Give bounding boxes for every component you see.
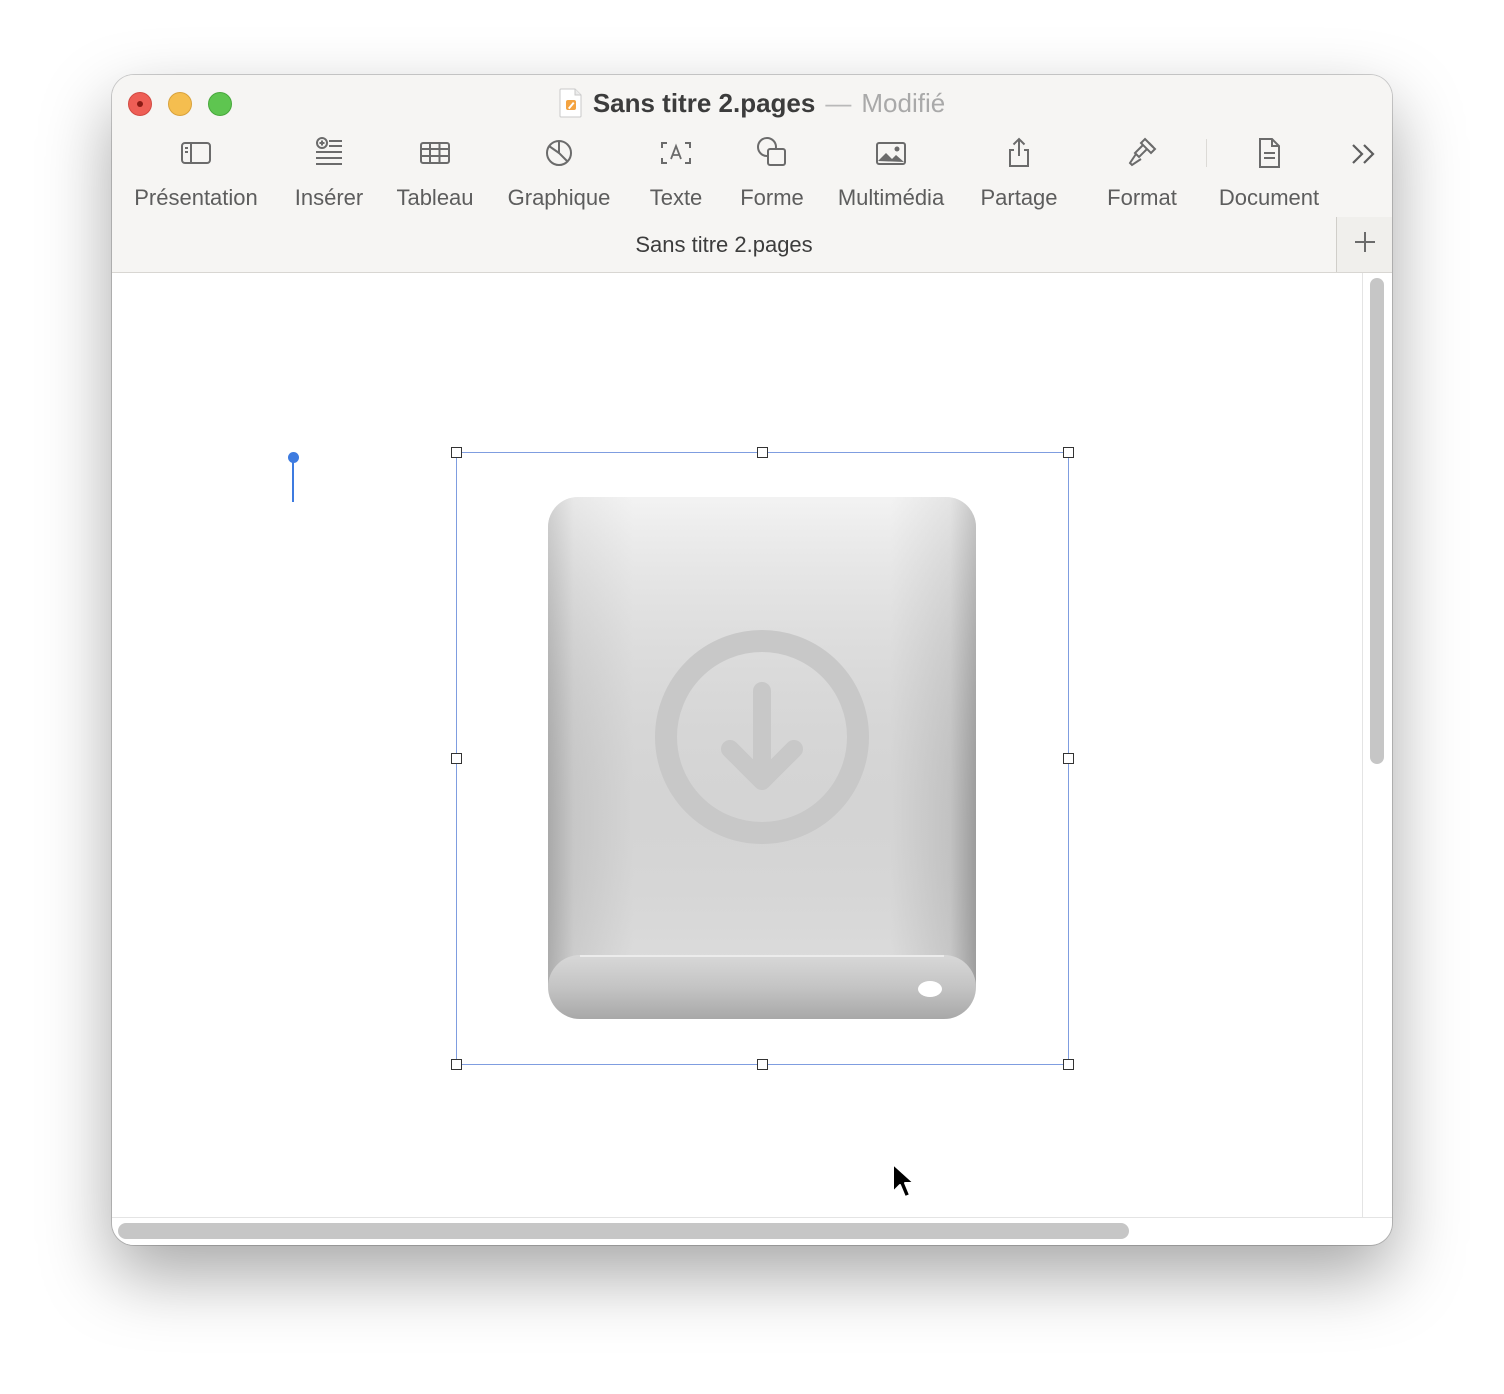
toolbar-label: Forme [740, 185, 804, 210]
document-status: Modifié [861, 87, 946, 118]
pages-file-icon [559, 88, 583, 118]
toolbar-label: Insérer [294, 185, 364, 210]
vertical-scroll-thumb[interactable] [1370, 278, 1384, 764]
toolbar-insert-button[interactable]: Insérer [288, 135, 370, 215]
toolbar-format-button[interactable]: Format [1102, 135, 1182, 215]
resize-handle-top-left[interactable] [451, 447, 462, 458]
toolbar-share-button[interactable]: Partage [974, 135, 1064, 215]
share-icon [1001, 135, 1037, 171]
toolbar-label: Format [1107, 185, 1177, 210]
toolbar-label: Tableau [396, 185, 474, 210]
new-tab-button[interactable] [1336, 217, 1392, 272]
toolbar-document-button[interactable]: Document [1216, 135, 1322, 215]
title-separator: — [825, 87, 852, 118]
chevron-double-right-icon [1348, 144, 1380, 175]
toolbar-divider [1206, 139, 1207, 167]
document-title: Sans titre 2.pages [592, 87, 816, 118]
toolbar-media-button[interactable]: Multimédia [830, 135, 952, 215]
toolbar-shape-button[interactable]: Forme [732, 135, 812, 215]
pie-chart-icon [541, 135, 577, 171]
titlebar: Sans titre 2.pages — Modifié Présentatio… [112, 75, 1392, 273]
plus-icon [1353, 230, 1377, 259]
toolbar-label: Présentation [134, 185, 258, 210]
toolbar-label: Document [1218, 185, 1320, 210]
toolbar-label: Graphique [507, 185, 611, 210]
text-insertion-point [292, 458, 294, 502]
toolbar-chart-button[interactable]: Graphique [504, 135, 614, 215]
toolbar-table-button[interactable]: Tableau [394, 135, 476, 215]
toolbar-label: Texte [649, 185, 703, 210]
photo-icon [873, 135, 909, 171]
resize-handle-right[interactable] [1063, 753, 1074, 764]
resize-handle-bottom[interactable] [757, 1059, 768, 1070]
resize-handle-left[interactable] [451, 753, 462, 764]
toolbar-label: Partage [980, 185, 1058, 210]
image-selection-frame [456, 452, 1069, 1065]
toolbar-label: Multimédia [837, 185, 945, 210]
resize-handle-bottom-right[interactable] [1063, 1059, 1074, 1070]
insert-list-icon [311, 135, 347, 171]
toolbar-overflow-button[interactable] [1348, 137, 1380, 171]
window-title: Sans titre 2.pages — Modifié [112, 85, 1392, 121]
shape-icon [754, 135, 790, 171]
tab-bar: Sans titre 2.pages [112, 217, 1336, 272]
resize-handle-top-right[interactable] [1063, 447, 1074, 458]
horizontal-scroll-thumb[interactable] [118, 1223, 1129, 1239]
resize-handle-top[interactable] [757, 447, 768, 458]
paintbrush-icon [1124, 135, 1160, 171]
toolbar-text-button[interactable]: Texte [640, 135, 712, 215]
sidebar-view-icon [178, 135, 214, 171]
resize-handle-bottom-left[interactable] [451, 1059, 462, 1070]
table-icon [417, 135, 453, 171]
mouse-pointer-icon [891, 1162, 917, 1202]
document-icon [1251, 135, 1287, 171]
tab-document[interactable]: Sans titre 2.pages [635, 232, 812, 258]
pages-window: Sans titre 2.pages — Modifié Présentatio… [112, 75, 1392, 1245]
toolbar-presentation-button[interactable]: Présentation [130, 135, 262, 215]
text-box-icon [658, 135, 694, 171]
